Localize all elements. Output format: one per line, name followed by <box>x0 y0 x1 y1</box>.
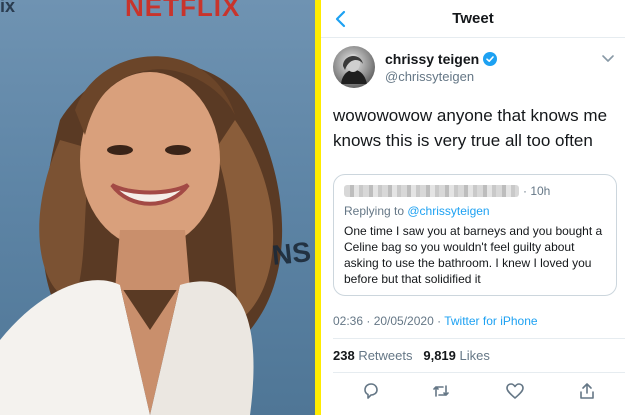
chevron-left-icon[interactable] <box>331 9 351 29</box>
retweets-label: Retweets <box>354 348 413 363</box>
author-name[interactable]: chrissy teigen <box>385 51 479 67</box>
tweet-author[interactable]: chrissy teigen @chrissyteigen <box>333 46 498 88</box>
photo-backdrop-text: NS <box>270 236 313 271</box>
likes-stat[interactable]: 9,819 Likes <box>423 348 490 363</box>
tweet-timestamp[interactable]: 02:36 · 20/05/2020 · <box>333 314 444 328</box>
quoted-time: · 10h <box>523 184 551 198</box>
separator <box>333 372 625 373</box>
quoted-tweet[interactable]: · 10h Replying to @chrissyteigen One tim… <box>333 174 617 296</box>
tweet-header: Tweet <box>321 0 625 38</box>
retweet-icon[interactable] <box>431 381 451 401</box>
tweet-actions <box>321 378 625 406</box>
like-icon[interactable] <box>505 381 525 401</box>
tweet-stats: 238 Retweets 9,819 Likes <box>333 348 490 363</box>
reply-prefix: Replying to <box>344 204 408 218</box>
retweets-stat[interactable]: 238 Retweets <box>333 348 413 363</box>
tweet-text: wowowowow anyone that knows me knows thi… <box>333 106 608 150</box>
header-title: Tweet <box>452 10 494 27</box>
reply-mention-link[interactable]: @chrissyteigen <box>407 204 489 218</box>
separator <box>333 338 625 339</box>
avatar[interactable] <box>333 46 375 88</box>
quoted-body: One time I saw you at barneys and you bo… <box>344 224 603 286</box>
retweets-count: 238 <box>333 348 355 363</box>
verified-badge-icon <box>483 51 498 66</box>
photo-panel: NETFLIX ix NS <box>0 0 315 415</box>
share-icon[interactable] <box>577 381 597 401</box>
photo-edge-text: ix <box>0 0 16 16</box>
tweet-panel: Tweet chrissy teigen @chrissyteigen wowo… <box>321 0 625 415</box>
likes-count: 9,819 <box>423 348 456 363</box>
chevron-down-icon[interactable] <box>601 54 615 64</box>
tweet-meta: 02:36 · 20/05/2020 · Twitter for iPhone <box>333 314 538 328</box>
blurred-author <box>344 185 519 197</box>
likes-label: Likes <box>455 348 490 363</box>
portrait-illustration <box>0 56 283 415</box>
author-handle[interactable]: @chrissyteigen <box>385 69 497 84</box>
tweet-client-link[interactable]: Twitter for iPhone <box>444 314 537 328</box>
reply-icon[interactable] <box>361 381 381 401</box>
quoted-reply-line: Replying to @chrissyteigen <box>344 204 606 218</box>
photo-brand-text: NETFLIX <box>125 0 241 22</box>
